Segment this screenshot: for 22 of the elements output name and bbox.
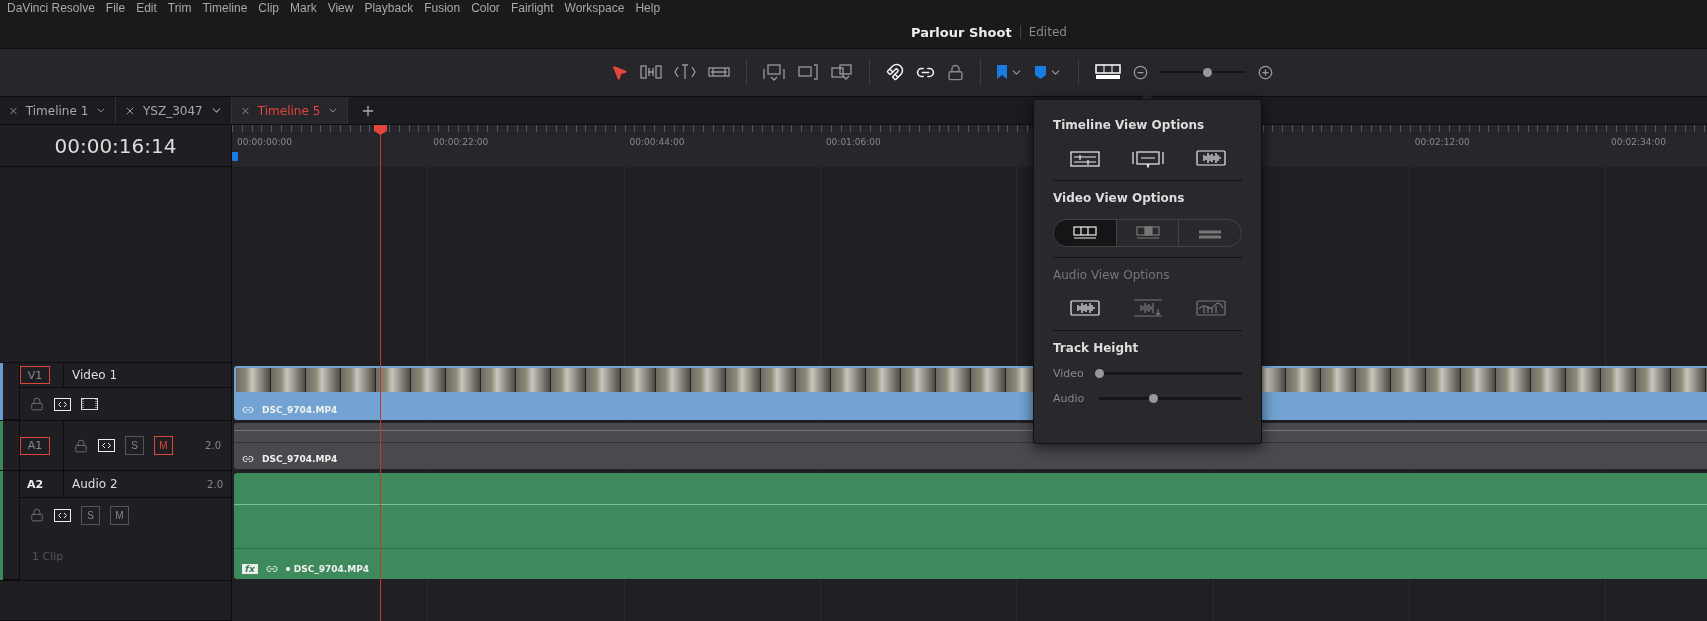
- project-status: Edited: [1019, 25, 1067, 40]
- clip-name: DSC_9704.MP4: [262, 454, 338, 464]
- section-title: Audio View Options: [1053, 268, 1171, 282]
- ruler-label: 00:02:12:00: [1414, 137, 1470, 147]
- track-name: Audio 2: [72, 477, 119, 491]
- clip-name: DSC_9704.MP4: [262, 405, 338, 415]
- channel-format: 2.0: [207, 478, 223, 490]
- ruler-label: 00:00:44:00: [629, 137, 685, 147]
- ruler-label: 00:02:34:00: [1611, 137, 1666, 147]
- project-title: Parlour Shoot: [911, 24, 1012, 40]
- track-name: Video 1: [72, 368, 119, 382]
- section-title: Track Height: [1053, 341, 1140, 355]
- ruler-label: 00:00:00:00: [237, 137, 292, 147]
- slider-label: Audio: [1053, 392, 1086, 405]
- effect-badge: fx: [242, 564, 258, 574]
- channel-format: 2.0: [205, 440, 221, 451]
- ruler-label: 00:01:06:00: [825, 137, 881, 147]
- slider-label: Video: [1053, 367, 1085, 380]
- clip-name: DSC_9704.MP4: [293, 564, 370, 574]
- timecode: 00:00:16:14: [53, 132, 178, 160]
- section-title: Video View Options: [1053, 191, 1186, 205]
- ruler-label: 00:00:22:00: [433, 137, 489, 147]
